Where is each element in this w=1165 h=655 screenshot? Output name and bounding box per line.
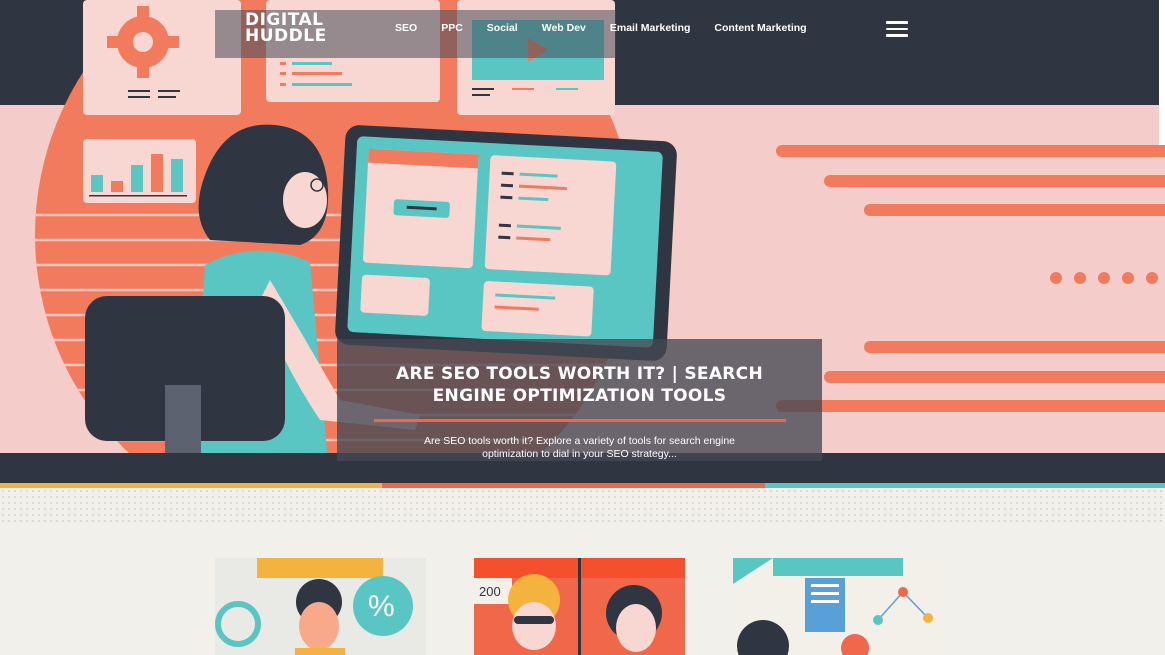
featured-post-excerpt: Are SEO tools worth it? Explore a variet… bbox=[423, 435, 736, 460]
hamburger-menu-icon[interactable] bbox=[886, 21, 908, 37]
nav-link-email-marketing[interactable]: Email Marketing bbox=[610, 22, 691, 34]
main-nav: SEO PPC Social Web Dev Email Marketing C… bbox=[395, 22, 831, 34]
post-thumbnail-3[interactable] bbox=[733, 558, 944, 655]
site-logo[interactable]: DIGITAL HUDDLE bbox=[245, 12, 327, 46]
hamburger-bar bbox=[886, 27, 908, 30]
hero-section: DIGITAL HUDDLE SEO PPC Social Web Dev Em… bbox=[0, 0, 1165, 483]
hamburger-bar bbox=[886, 21, 908, 24]
nav-link-social[interactable]: Social bbox=[487, 22, 518, 34]
chart-network-illustration bbox=[733, 558, 933, 655]
featured-post-divider bbox=[373, 419, 786, 422]
person-with-percent-illustration: % bbox=[215, 558, 413, 655]
logo-line-2: HUDDLE bbox=[245, 26, 327, 46]
nav-link-seo[interactable]: SEO bbox=[395, 22, 417, 34]
dotted-divider bbox=[0, 488, 1165, 526]
two-people-illustration: 200 bbox=[474, 558, 685, 655]
hamburger-bar bbox=[886, 34, 908, 37]
featured-post-card[interactable]: Are SEO Tools Worth It? | Search Engine … bbox=[337, 339, 822, 461]
post-thumbnail-2[interactable]: 200 bbox=[474, 558, 685, 655]
nav-link-ppc[interactable]: PPC bbox=[441, 22, 463, 34]
post-thumbnail-1[interactable]: % bbox=[215, 558, 426, 655]
hero-right-edge bbox=[1159, 0, 1165, 145]
svg-text:%: % bbox=[368, 590, 395, 623]
nav-link-content-marketing[interactable]: Content Marketing bbox=[714, 22, 806, 34]
nav-link-web-dev[interactable]: Web Dev bbox=[542, 22, 586, 34]
post-2-badge: 200 bbox=[479, 584, 501, 599]
featured-post-title[interactable]: Are SEO Tools Worth It? | Search Engine … bbox=[357, 363, 802, 407]
